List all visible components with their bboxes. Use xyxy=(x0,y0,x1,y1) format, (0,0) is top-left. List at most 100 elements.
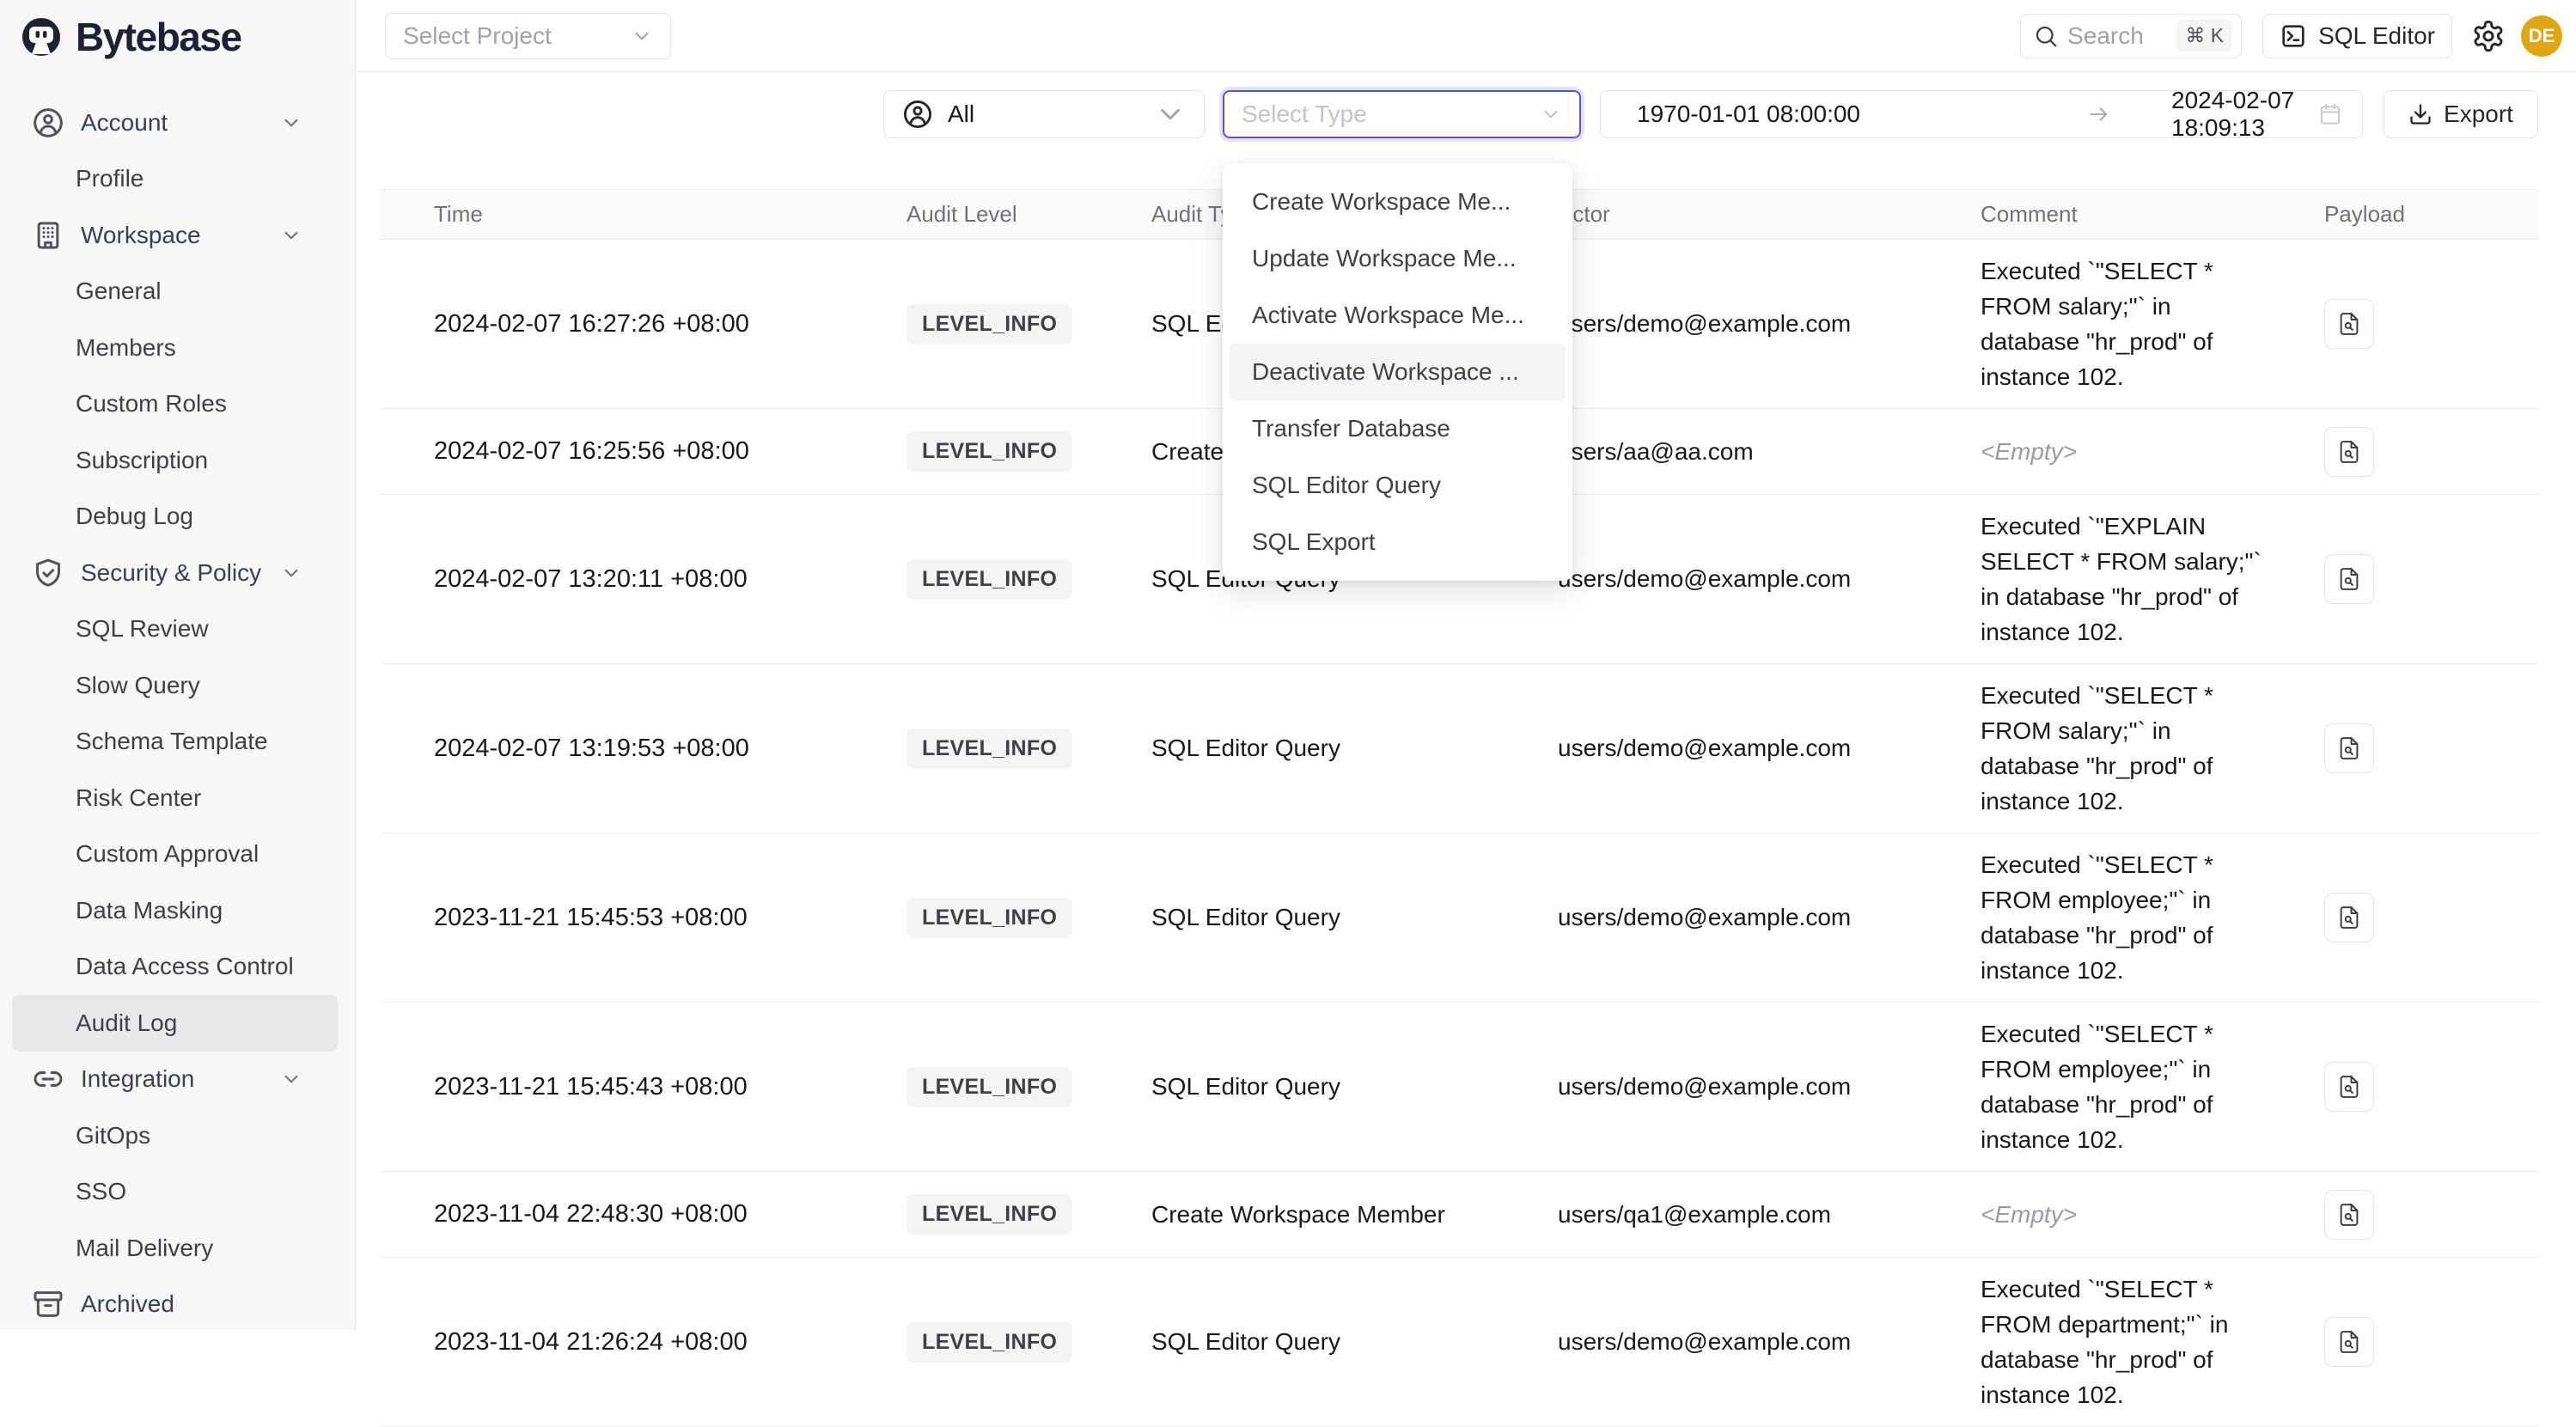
sidebar-section-label: Integration xyxy=(81,1065,194,1093)
cell-time: 2024-02-07 16:27:26 +08:00 xyxy=(381,310,906,338)
sidebar-item-label: Profile xyxy=(76,165,143,192)
search-input[interactable]: Search ⌘ K xyxy=(2020,14,2242,58)
column-header-time: Time xyxy=(381,201,906,228)
type-filter-select[interactable]: Select Type xyxy=(1223,90,1581,138)
cell-audit-type: SQL Editor Query xyxy=(1151,1073,1558,1101)
cell-actor: users/aa@aa.com xyxy=(1558,438,1981,466)
project-select[interactable]: Select Project xyxy=(385,13,671,59)
gear-icon[interactable] xyxy=(2471,19,2506,53)
bytebase-mascot-icon xyxy=(21,16,62,58)
chevron-down-icon xyxy=(1154,98,1187,131)
arrow-right-icon xyxy=(2087,102,2111,126)
sidebar-section-archived[interactable]: Archived xyxy=(0,1277,355,1333)
payload-view-button[interactable] xyxy=(2324,554,2374,604)
sidebar-item-custom-roles[interactable]: Custom Roles xyxy=(0,376,355,433)
sidebar-item-debug-log[interactable]: Debug Log xyxy=(0,489,355,546)
type-option-activate-workspace-me[interactable]: Activate Workspace Me... xyxy=(1230,287,1566,344)
sidebar-section-integration[interactable]: Integration xyxy=(0,1052,355,1108)
cell-audit-level: LEVEL_INFO xyxy=(906,1322,1151,1363)
cell-audit-type: SQL Editor Query xyxy=(1151,735,1558,762)
sidebar-item-label: Members xyxy=(76,334,176,362)
audit-level-badge: LEVEL_INFO xyxy=(906,559,1072,600)
payload-view-button[interactable] xyxy=(2324,1062,2374,1112)
payload-view-button[interactable] xyxy=(2324,299,2374,349)
avatar[interactable]: DE xyxy=(2521,15,2562,57)
sidebar-item-label: GitOps xyxy=(76,1122,150,1150)
cell-time: 2024-02-07 16:25:56 +08:00 xyxy=(381,437,906,466)
sidebar-section-account[interactable]: Account xyxy=(0,95,355,151)
audit-level-badge: LEVEL_INFO xyxy=(906,304,1072,345)
sql-editor-label: SQL Editor xyxy=(2318,22,2435,50)
sidebar-section-security-policy[interactable]: Security & Policy xyxy=(0,545,355,601)
sidebar-item-subscription[interactable]: Subscription xyxy=(0,432,355,489)
sidebar-item-slow-query[interactable]: Slow Query xyxy=(0,657,355,714)
payload-view-button[interactable] xyxy=(2324,427,2374,477)
shield-check-icon xyxy=(29,554,67,592)
cell-actor: users/qa1@example.com xyxy=(1558,1201,1981,1229)
sidebar-item-custom-approval[interactable]: Custom Approval xyxy=(0,826,355,883)
cell-audit-type: Create Workspace Member xyxy=(1151,1201,1558,1229)
export-button[interactable]: Export xyxy=(2384,90,2538,138)
building-icon xyxy=(29,216,67,254)
sidebar-item-data-masking[interactable]: Data Masking xyxy=(0,882,355,939)
actor-filter-select[interactable]: All xyxy=(883,90,1205,138)
sidebar-item-label: Data Access Control xyxy=(76,953,294,980)
cell-payload xyxy=(2324,299,2539,349)
type-option-sql-editor-query[interactable]: SQL Editor Query xyxy=(1230,457,1566,514)
payload-view-button[interactable] xyxy=(2324,723,2374,773)
cell-payload xyxy=(2324,427,2539,477)
download-icon xyxy=(2408,102,2433,126)
payload-view-button[interactable] xyxy=(2324,1190,2374,1240)
type-option-create-workspace-me[interactable]: Create Workspace Me... xyxy=(1230,174,1566,230)
type-option-update-workspace-me[interactable]: Update Workspace Me... xyxy=(1230,230,1566,287)
chevron-down-icon xyxy=(272,216,310,254)
sidebar-item-general[interactable]: General xyxy=(0,264,355,320)
sidebar-item-mail-delivery[interactable]: Mail Delivery xyxy=(0,1220,355,1277)
type-filter-placeholder: Select Type xyxy=(1242,101,1367,128)
type-option-transfer-database[interactable]: Transfer Database xyxy=(1230,400,1566,457)
sidebar-item-schema-template[interactable]: Schema Template xyxy=(0,714,355,771)
cell-payload xyxy=(2324,1317,2539,1367)
date-range-picker[interactable]: 1970-01-01 08:00:00 2024-02-07 18:09:13 xyxy=(1600,90,2363,138)
cell-actor: users/demo@example.com xyxy=(1558,1073,1981,1101)
sidebar-item-gitops[interactable]: GitOps xyxy=(0,1107,355,1164)
payload-view-button[interactable] xyxy=(2324,1317,2374,1367)
cell-actor: users/demo@example.com xyxy=(1558,565,1981,593)
payload-view-button[interactable] xyxy=(2324,893,2374,942)
search-placeholder: Search xyxy=(2067,22,2144,50)
sidebar-section-label: Security & Policy xyxy=(81,559,261,587)
cell-actor: users/demo@example.com xyxy=(1558,310,1981,338)
chevron-down-icon xyxy=(272,554,310,592)
sidebar-item-audit-log[interactable]: Audit Log xyxy=(12,995,338,1052)
sidebar-section-label: Account xyxy=(81,109,168,137)
sidebar-item-label: Custom Roles xyxy=(76,390,227,418)
brand-name: Bytebase xyxy=(76,14,241,60)
type-option-sql-export[interactable]: SQL Export xyxy=(1230,514,1566,570)
sidebar-item-label: Slow Query xyxy=(76,672,200,699)
sidebar-item-risk-center[interactable]: Risk Center xyxy=(0,770,355,826)
audit-level-badge: LEVEL_INFO xyxy=(906,898,1072,938)
comment-text: Executed `"SELECT * FROM salary;"` in da… xyxy=(1981,664,2264,832)
column-header-audit-level: Audit Level xyxy=(906,201,1151,228)
sql-editor-button[interactable]: SQL Editor xyxy=(2262,14,2452,58)
cell-actor: users/demo@example.com xyxy=(1558,904,1981,931)
sidebar-item-profile[interactable]: Profile xyxy=(0,151,355,208)
comment-text: Executed `"SELECT * FROM employee;"` in … xyxy=(1981,1003,2264,1171)
sidebar-item-members[interactable]: Members xyxy=(0,320,355,376)
sidebar-item-sql-review[interactable]: SQL Review xyxy=(0,601,355,658)
comment-empty: <Empty> xyxy=(1981,1183,2264,1246)
sidebar: Bytebase Account Profile WorkspaceGeneral M… xyxy=(0,0,356,1330)
sidebar-item-data-access-control[interactable]: Data Access Control xyxy=(0,939,355,996)
chevron-down-icon xyxy=(1540,103,1562,125)
date-start-value[interactable]: 1970-01-01 08:00:00 xyxy=(1637,101,1860,128)
sidebar-section-workspace[interactable]: Workspace xyxy=(0,207,355,264)
column-header-payload: Payload xyxy=(2324,201,2539,228)
chevron-down-icon xyxy=(272,104,310,142)
sidebar-item-sso[interactable]: SSO xyxy=(0,1164,355,1221)
cell-payload xyxy=(2324,1190,2539,1240)
audit-level-badge: LEVEL_INFO xyxy=(906,1322,1072,1363)
cell-comment: Executed `"EXPLAIN SELECT * FROM salary;… xyxy=(1981,495,2324,663)
audit-level-badge: LEVEL_INFO xyxy=(906,1194,1072,1235)
type-option-deactivate-workspace[interactable]: Deactivate Workspace ... xyxy=(1230,344,1566,400)
bytebase-logo[interactable]: Bytebase xyxy=(0,0,355,65)
